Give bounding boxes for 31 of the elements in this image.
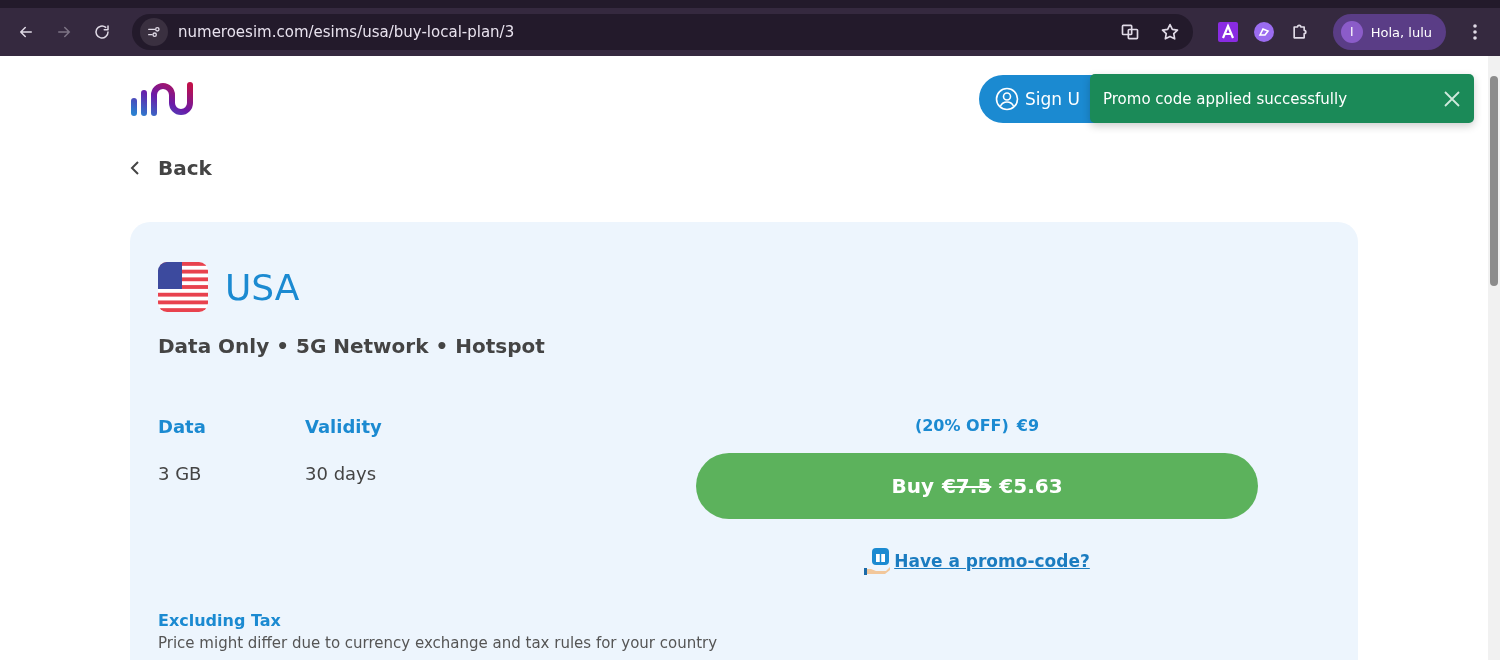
spec-label: Data [158, 416, 207, 437]
gift-in-hand-icon [864, 547, 893, 575]
spec-value: 3 GB [158, 463, 203, 484]
scrollbar[interactable] [1488, 56, 1500, 660]
chevron-left-icon [130, 160, 140, 176]
plan-features: Data Only • 5G Network • Hotspot [158, 334, 546, 358]
reload-icon [93, 23, 111, 41]
back-link[interactable]: Back [130, 156, 212, 180]
sliders-icon [146, 24, 162, 40]
site-info-button[interactable] [140, 18, 168, 46]
kebab-menu-icon [1473, 24, 1477, 40]
tax-note: Price might differ due to currency exchange and tax rules for your country [158, 634, 719, 652]
close-icon [1442, 88, 1462, 109]
flag-icon [158, 262, 208, 312]
spec-value: 30 days [305, 463, 378, 484]
translate-icon [1119, 22, 1140, 42]
avatar: I [1340, 21, 1363, 43]
tax-title: Excluding Tax [158, 611, 282, 630]
scrollbar-thumb[interactable] [1490, 76, 1498, 286]
profile-button[interactable]: I Hola, lulu [1332, 14, 1446, 50]
address-bar[interactable]: numeroesim.com/esims/usa/buy-local-plan/3 [132, 14, 1193, 50]
discount-label: (20% OFF) [914, 416, 1009, 435]
spec-label: Validity [305, 416, 383, 437]
star-icon [1159, 22, 1180, 42]
list-price: €9 [1016, 416, 1040, 435]
letter-a-icon [1217, 22, 1238, 42]
country-title: USA [225, 266, 300, 308]
user-icon [995, 87, 1020, 111]
url-text: numeroesim.com/esims/usa/buy-local-plan/3 [178, 23, 516, 41]
promo-code-link[interactable]: Have a promo-code? [894, 551, 1090, 571]
close-button[interactable] [1442, 88, 1462, 109]
